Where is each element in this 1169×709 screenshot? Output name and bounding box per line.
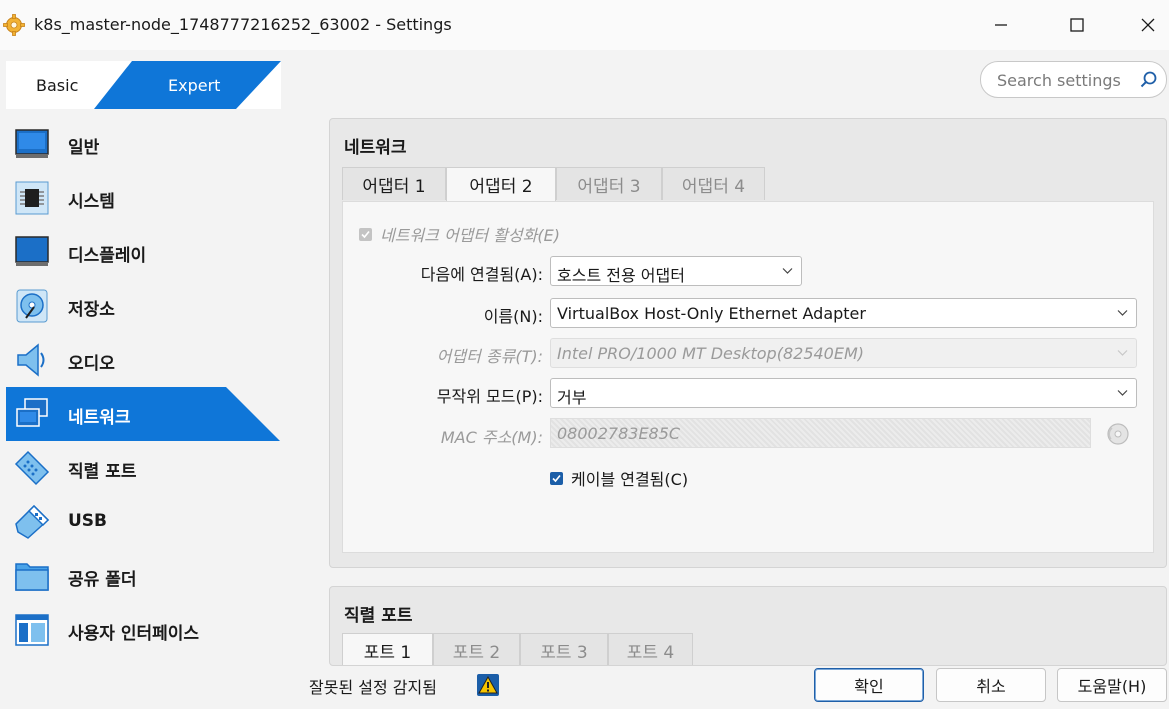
refresh-mac-icon[interactable]: [1105, 421, 1131, 447]
sidebar-item-label: 공유 폴더: [68, 570, 137, 590]
sidebar-item-label: USB: [68, 511, 108, 531]
sidebar-item-label: 일반: [68, 138, 100, 158]
attached-to-value: 호스트 전용 어댑터: [557, 266, 685, 285]
checkmark-icon: [552, 474, 561, 482]
sidebar-item-label: 오디오: [68, 354, 115, 374]
enable-adapter-label: 네트워크 어댑터 활성화(E): [380, 226, 560, 245]
window-title: k8s_master-node_1748777216252_63002 - Se…: [34, 15, 452, 34]
mode-basic-button[interactable]: Basic: [36, 76, 78, 95]
close-icon: [1141, 18, 1155, 32]
mac-address-field[interactable]: 08002783E85C: [550, 418, 1091, 448]
sidebar-item-label: 직렬 포트: [68, 462, 137, 482]
name-label: 이름(N):: [483, 307, 543, 326]
adapter-type-value: Intel PRO/1000 MT Desktop(82540EM): [557, 344, 865, 363]
sidebar-item-serial-port[interactable]: 직렬 포트: [6, 441, 280, 495]
chevron-down-icon: [1117, 310, 1128, 316]
tab-port-2[interactable]: 포트 2: [433, 633, 520, 665]
search-icon[interactable]: [1139, 70, 1159, 90]
tab-port-1[interactable]: 포트 1: [342, 633, 433, 665]
attached-to-select[interactable]: 호스트 전용 어댑터: [550, 256, 802, 286]
serial-port-panel-title: 직렬 포트: [344, 606, 413, 626]
checkmark-icon: [361, 230, 370, 238]
adapter-tabs: 어댑터 1 어댑터 2 어댑터 3 어댑터 4: [342, 167, 772, 201]
promiscuous-mode-label: 무작위 모드(P):: [436, 387, 543, 406]
tab-adapter-2[interactable]: 어댑터 2: [446, 167, 556, 201]
sidebar-item-system[interactable]: 시스템: [6, 171, 280, 225]
help-button[interactable]: 도움말(H): [1057, 668, 1167, 702]
name-select[interactable]: VirtualBox Host-Only Ethernet Adapter: [550, 298, 1137, 328]
invalid-settings-warning: 잘못된 설정 감지됨: [309, 678, 437, 697]
sidebar-item-audio[interactable]: 오디오: [6, 333, 280, 387]
adapter-type-label: 어댑터 종류(T):: [436, 347, 543, 366]
name-value: VirtualBox Host-Only Ethernet Adapter: [557, 304, 866, 323]
warning-icon[interactable]: [476, 673, 500, 697]
promiscuous-mode-value: 거부: [557, 388, 587, 407]
tab-adapter-1[interactable]: 어댑터 1: [342, 167, 446, 200]
display-monitor-icon: [15, 236, 49, 266]
maximize-icon: [1070, 18, 1084, 32]
adapter-settings: 네트워크 어댑터 활성화(E) 다음에 연결됨(A): 호스트 전용 어댑터 이…: [342, 201, 1154, 553]
mode-toggle: Basic Expert: [6, 61, 281, 109]
chevron-down-icon: [1117, 350, 1128, 356]
sidebar-item-user-interface[interactable]: 사용자 인터페이스: [6, 603, 280, 657]
audio-speaker-icon: [17, 343, 45, 377]
virtualbox-settings-gear-icon: [3, 14, 25, 36]
network-icon: [16, 398, 48, 427]
enable-adapter-row: 네트워크 어댑터 활성화(E): [359, 222, 560, 246]
mac-address-value: 08002783E85C: [557, 424, 681, 443]
serial-port-tabs: 포트 1 포트 2 포트 3 포트 4: [342, 633, 702, 665]
cable-connected-label: 케이블 연결됨(C): [571, 470, 689, 489]
storage-disk-icon: [16, 289, 48, 323]
sidebar-item-label: 사용자 인터페이스: [68, 624, 200, 644]
shared-folder-icon: [15, 563, 49, 591]
minimize-icon: [995, 24, 1007, 26]
adapter-type-select[interactable]: Intel PRO/1000 MT Desktop(82540EM): [550, 338, 1137, 368]
sidebar-item-network[interactable]: 네트워크: [6, 387, 280, 441]
sidebar-item-label: 디스플레이: [68, 246, 147, 266]
search-box: [980, 61, 1167, 98]
sidebar-item-label: 시스템: [68, 192, 115, 212]
general-icon: [15, 129, 49, 158]
sidebar-item-display[interactable]: 디스플레이: [6, 225, 280, 279]
serial-port-icon: [14, 450, 50, 486]
tab-adapter-4[interactable]: 어댑터 4: [662, 167, 765, 200]
maximize-button[interactable]: [1052, 8, 1102, 42]
promiscuous-mode-select[interactable]: 거부: [550, 378, 1137, 408]
tab-adapter-3[interactable]: 어댑터 3: [556, 167, 662, 200]
cancel-button[interactable]: 취소: [936, 668, 1046, 702]
chevron-down-icon: [1117, 390, 1128, 396]
network-panel-title: 네트워크: [344, 138, 407, 158]
serial-port-panel: 직렬 포트 포트 1 포트 2 포트 3 포트 4: [329, 586, 1167, 666]
sidebar-item-usb[interactable]: USB: [6, 495, 280, 549]
tab-port-3[interactable]: 포트 3: [520, 633, 608, 665]
mac-address-label: MAC 주소(M):: [440, 428, 543, 447]
sidebar-item-shared-folder[interactable]: 공유 폴더: [6, 549, 280, 603]
system-chip-icon: [15, 181, 49, 215]
mode-expert-button[interactable]: Expert: [168, 76, 220, 95]
ok-button[interactable]: 확인: [814, 668, 924, 702]
title-bar: k8s_master-node_1748777216252_63002 - Se…: [0, 0, 1169, 50]
network-panel: 네트워크 어댑터 1 어댑터 2 어댑터 3 어댑터 4 네트워크 어댑터 활성…: [329, 118, 1167, 568]
search-input[interactable]: [997, 68, 1137, 92]
attached-to-label: 다음에 연결됨(A):: [420, 265, 543, 284]
user-interface-icon: [15, 614, 49, 646]
cable-connected-checkbox[interactable]: [550, 471, 563, 485]
chevron-down-icon: [782, 268, 793, 274]
sidebar-item-general[interactable]: 일반: [6, 117, 280, 171]
tab-port-4[interactable]: 포트 4: [608, 633, 693, 665]
cable-connected-row: 케이블 연결됨(C): [550, 466, 688, 490]
minimize-button[interactable]: [976, 8, 1026, 42]
sidebar-item-label: 네트워크: [68, 408, 131, 428]
close-button[interactable]: [1123, 8, 1169, 42]
sidebar-item-label: 저장소: [68, 300, 115, 320]
enable-adapter-checkbox[interactable]: [359, 227, 372, 241]
sidebar-item-storage[interactable]: 저장소: [6, 279, 280, 333]
usb-icon: [15, 504, 50, 539]
